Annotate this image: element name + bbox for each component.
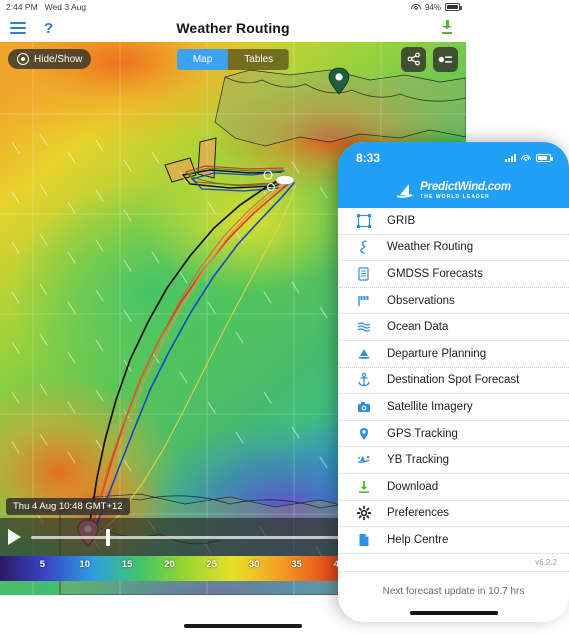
logo-main-text: PredictWind.com	[420, 181, 511, 193]
page-title: Weather Routing	[176, 20, 290, 36]
tablet-nav-bar: ? Weather Routing	[0, 14, 466, 42]
timeline-slider-thumb[interactable]	[105, 528, 110, 546]
menu-item-label: Download	[387, 480, 439, 493]
battery-icon	[536, 154, 553, 162]
colorbar-tick: 30	[248, 559, 260, 570]
grib-square-icon	[354, 212, 374, 230]
tablet-status-bar: 2:44 PM Wed 3 Aug 94%	[0, 0, 466, 14]
app-version: v6.2.2	[338, 554, 569, 572]
colorbar-tick: 25	[206, 559, 218, 570]
tab-tables[interactable]: Tables	[228, 48, 290, 70]
anchor-icon	[354, 371, 374, 389]
menu-item-satellite-imagery[interactable]: Satellite Imagery	[338, 394, 569, 421]
menu-item-destination-spot-forecast[interactable]: Destination Spot Forecast	[338, 368, 569, 395]
predictwind-logo: PredictWind.com THE WORLD LEADER	[338, 174, 569, 208]
next-update-text: Next forecast update in 10.7 hrs	[382, 585, 525, 597]
yb-tracking-icon	[354, 451, 374, 469]
download-icon	[354, 478, 374, 496]
map-toolbar: Hide/Show Map Tables	[0, 42, 466, 76]
status-date: Wed 3 Aug	[44, 2, 87, 12]
menu-item-label: Departure Planning	[387, 347, 487, 360]
menu-item-yb-tracking[interactable]: YB Tracking	[338, 447, 569, 474]
menu-item-grib[interactable]: GRIB	[338, 208, 569, 235]
battery-percent: 94%	[424, 2, 441, 12]
menu-item-label: Destination Spot Forecast	[387, 374, 520, 387]
menu-item-departure-planning[interactable]: Departure Planning	[338, 341, 569, 368]
sailboat-icon	[354, 345, 374, 363]
menu-item-preferences[interactable]: Preferences	[338, 501, 569, 528]
weather-routing-icon	[354, 238, 374, 256]
phone-home-indicator	[409, 611, 498, 615]
cellular-signal-icon	[505, 154, 516, 162]
colorbar-tick: 35	[291, 559, 302, 570]
phone-time: 8:33	[356, 151, 381, 165]
menu-item-label: GPS Tracking	[387, 427, 458, 440]
menu-item-ocean-data[interactable]: Ocean Data	[338, 314, 569, 341]
menu-item-gmdss-forecasts[interactable]: GMDSS Forecasts	[338, 261, 569, 288]
menu-item-label: GMDSS Forecasts	[387, 267, 483, 280]
sail-logo-icon	[397, 184, 414, 198]
logo-sub-text: THE WORLD LEADER	[420, 194, 490, 200]
tab-map[interactable]: Map	[176, 48, 229, 70]
map-tables-toggle[interactable]: Map Tables	[176, 48, 290, 70]
colorbar-tick: 20	[164, 559, 175, 570]
menu-item-observations[interactable]: Observations	[338, 288, 569, 315]
menu-item-label: Preferences	[387, 507, 450, 520]
document-icon	[354, 265, 374, 283]
menu-item-label: YB Tracking	[387, 454, 449, 467]
phone-status-bar: 8:33	[338, 142, 569, 174]
menu-item-download[interactable]: Download	[338, 474, 569, 501]
menu-item-weather-routing[interactable]: Weather Routing	[338, 235, 569, 262]
play-icon[interactable]	[8, 529, 21, 545]
menu-item-label: Ocean Data	[387, 321, 449, 334]
map-pin-icon	[354, 425, 374, 443]
wifi-icon	[521, 154, 531, 162]
colorbar-tick: 15	[121, 559, 133, 570]
forecast-timestamp: Thu 4 Aug 10:48 GMT+12	[6, 498, 130, 515]
menu-item-label: Satellite Imagery	[387, 400, 473, 413]
app-root: 2:44 PM Wed 3 Aug 94% ? Weather Routing	[0, 0, 569, 634]
eye-icon	[17, 53, 29, 65]
menu-item-gps-tracking[interactable]: GPS Tracking	[338, 421, 569, 448]
gear-icon	[354, 504, 374, 522]
hide-show-label: Hide/Show	[34, 53, 83, 65]
menu-item-label: GRIB	[387, 214, 416, 227]
battery-icon	[445, 3, 462, 11]
menu-item-label: Observations	[387, 294, 455, 307]
phone-overlay[interactable]: 8:33 PredictWind.com THE WORLD LEADER GR…	[338, 142, 569, 622]
menu-item-help-centre[interactable]: Help Centre	[338, 527, 569, 554]
phone-menu-list: GRIB Weather Routing GMDSS Forecasts Obse…	[338, 208, 569, 554]
hide-show-button[interactable]: Hide/Show	[8, 49, 92, 69]
share-icon[interactable]	[401, 46, 426, 72]
legend-layers-icon[interactable]	[433, 46, 458, 72]
menu-item-label: Help Centre	[387, 533, 449, 546]
hamburger-menu-icon[interactable]	[10, 22, 26, 34]
camera-icon	[354, 398, 374, 416]
wifi-icon	[410, 3, 421, 11]
colorbar-tick: 10	[79, 559, 91, 570]
waves-icon	[354, 318, 374, 336]
status-time: 2:44 PM	[6, 2, 38, 12]
menu-item-label: Weather Routing	[387, 241, 474, 254]
help-document-icon	[354, 531, 374, 549]
colorbar-tick: 5	[39, 559, 46, 570]
help-button[interactable]: ?	[44, 20, 53, 37]
wind-flag-icon	[354, 292, 374, 310]
tablet-home-indicator	[184, 624, 302, 628]
download-icon[interactable]	[438, 19, 456, 37]
